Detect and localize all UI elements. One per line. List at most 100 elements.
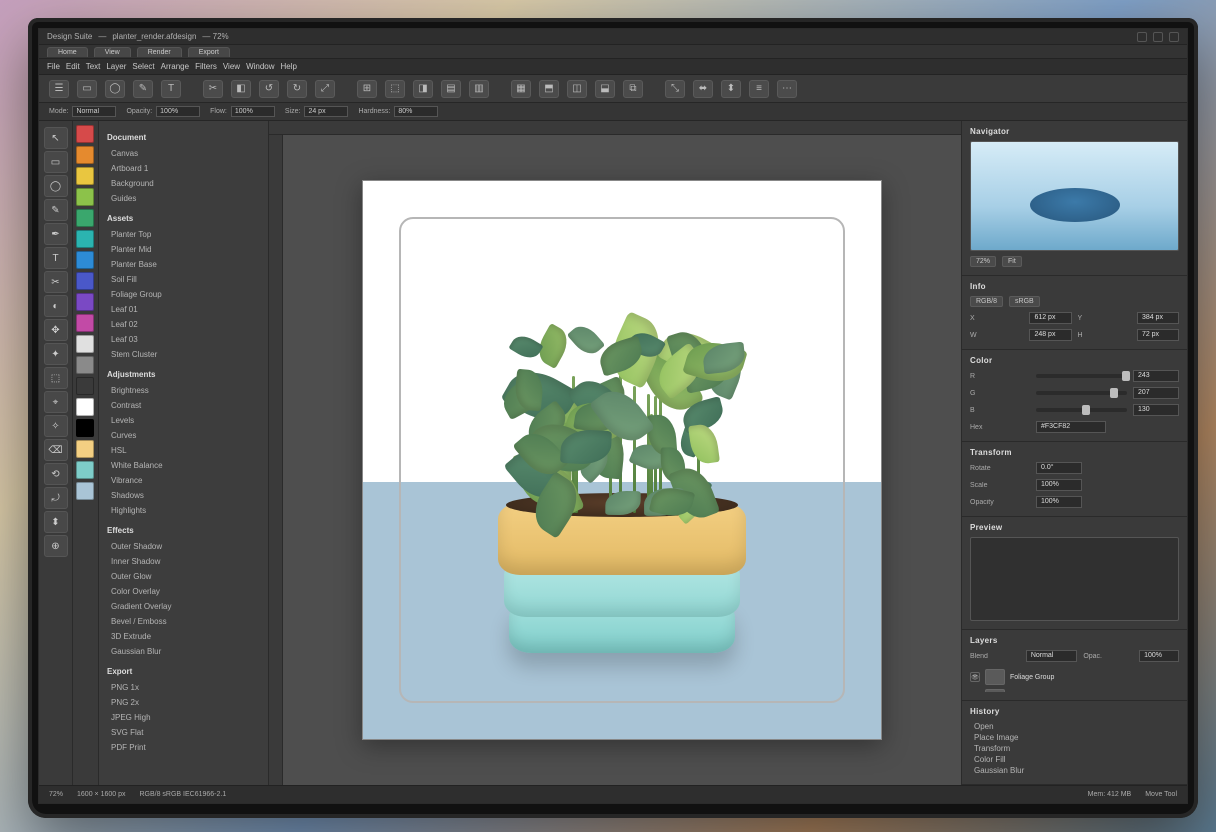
history-item[interactable]: Gaussian Blur: [970, 765, 1179, 776]
toolbar-button-2[interactable]: ◯: [105, 80, 125, 98]
swatch-8[interactable]: [76, 293, 94, 311]
toolbar-button-20[interactable]: ⤡: [665, 80, 685, 98]
menu-file[interactable]: File: [47, 62, 60, 71]
ruler-vertical[interactable]: [269, 135, 283, 785]
left-section-assets[interactable]: Assets: [107, 214, 262, 223]
swatch-7[interactable]: [76, 272, 94, 290]
toolbar-button-1[interactable]: ▭: [77, 80, 97, 98]
swatch-2[interactable]: [76, 167, 94, 185]
swatch-10[interactable]: [76, 335, 94, 353]
toolbar-button-0[interactable]: ☰: [49, 80, 69, 98]
toolbar-button-21[interactable]: ⬌: [693, 80, 713, 98]
menu-edit[interactable]: Edit: [66, 62, 80, 71]
toolbar-button-8[interactable]: ↻: [287, 80, 307, 98]
opt-flow[interactable]: Flow:: [210, 106, 275, 117]
tool-2[interactable]: ◯: [44, 175, 68, 197]
toolbar-button-6[interactable]: ◧: [231, 80, 251, 98]
toolbar-button-15[interactable]: ▦: [511, 80, 531, 98]
left-item[interactable]: JPEG High: [107, 712, 262, 723]
toolbar-button-13[interactable]: ▤: [441, 80, 461, 98]
history-item[interactable]: Color Fill: [970, 754, 1179, 765]
tool-4[interactable]: ✒: [44, 223, 68, 245]
left-item[interactable]: White Balance: [107, 460, 262, 471]
left-item[interactable]: Background: [107, 178, 262, 189]
navigator-thumbnail[interactable]: [970, 141, 1179, 251]
toolbar-button-22[interactable]: ⬍: [721, 80, 741, 98]
left-section-export[interactable]: Export: [107, 667, 262, 676]
menu-select[interactable]: Select: [132, 62, 154, 71]
toolbar-button-3[interactable]: ✎: [133, 80, 153, 98]
left-item[interactable]: PDF Print: [107, 742, 262, 753]
left-item[interactable]: HSL: [107, 445, 262, 456]
left-item[interactable]: Stem Cluster: [107, 349, 262, 360]
left-item[interactable]: Levels: [107, 415, 262, 426]
toolbar-button-5[interactable]: ✂: [203, 80, 223, 98]
swatch-5[interactable]: [76, 230, 94, 248]
toolbar-button-11[interactable]: ⬚: [385, 80, 405, 98]
tool-1[interactable]: ▭: [44, 151, 68, 173]
navigator-zoom[interactable]: 72%: [970, 256, 996, 267]
toolbar-button-9[interactable]: ⤢: [315, 80, 335, 98]
tool-8[interactable]: ✥: [44, 319, 68, 341]
left-item[interactable]: Contrast: [107, 400, 262, 411]
swatch-3[interactable]: [76, 188, 94, 206]
toolbar-button-19[interactable]: ⧉: [623, 80, 643, 98]
slider-r[interactable]: [1036, 374, 1127, 378]
layer-row[interactable]: 👁Foliage Group: [970, 667, 1179, 687]
menu-view[interactable]: View: [223, 62, 240, 71]
history-item[interactable]: Open: [970, 721, 1179, 732]
left-item[interactable]: Outer Glow: [107, 571, 262, 582]
left-item[interactable]: Shadows: [107, 490, 262, 501]
swatch-16[interactable]: [76, 461, 94, 479]
toolbar-button-14[interactable]: ▥: [469, 80, 489, 98]
swatch-9[interactable]: [76, 314, 94, 332]
menu-filters[interactable]: Filters: [195, 62, 217, 71]
ribbon-tab-render[interactable]: Render: [137, 47, 182, 57]
left-item[interactable]: Canvas: [107, 148, 262, 159]
left-item[interactable]: Planter Base: [107, 259, 262, 270]
tool-10[interactable]: ⬚: [44, 367, 68, 389]
artboard[interactable]: [362, 180, 882, 740]
menu-layer[interactable]: Layer: [106, 62, 126, 71]
tool-7[interactable]: ◐: [44, 295, 68, 317]
canvas-viewport[interactable]: [283, 135, 961, 785]
swatch-13[interactable]: [76, 398, 94, 416]
swatch-12[interactable]: [76, 377, 94, 395]
left-item[interactable]: Gradient Overlay: [107, 601, 262, 612]
tool-11[interactable]: ⌖: [44, 391, 68, 413]
opt-opacity-input[interactable]: [156, 106, 200, 117]
menu-text[interactable]: Text: [86, 62, 101, 71]
layers-opacity[interactable]: 100%: [1139, 650, 1179, 662]
layer-row[interactable]: 👁Planter Top: [970, 687, 1179, 692]
left-item[interactable]: Leaf 02: [107, 319, 262, 330]
left-item[interactable]: Guides: [107, 193, 262, 204]
tool-3[interactable]: ✎: [44, 199, 68, 221]
opt-mode-input[interactable]: [72, 106, 116, 117]
left-item[interactable]: Curves: [107, 430, 262, 441]
slider-b[interactable]: [1036, 408, 1127, 412]
left-item[interactable]: Vibrance: [107, 475, 262, 486]
menu-window[interactable]: Window: [246, 62, 274, 71]
left-item[interactable]: 3D Extrude: [107, 631, 262, 642]
tool-14[interactable]: ⟲: [44, 463, 68, 485]
ribbon-tab-home[interactable]: Home: [47, 47, 88, 57]
opt-size[interactable]: Size:: [285, 106, 349, 117]
left-item[interactable]: Foliage Group: [107, 289, 262, 300]
tool-9[interactable]: ✦: [44, 343, 68, 365]
left-section-effects[interactable]: Effects: [107, 526, 262, 535]
tool-6[interactable]: ✂: [44, 271, 68, 293]
navigator-fit[interactable]: Fit: [1002, 256, 1022, 267]
toolbar-button-23[interactable]: ≡: [749, 80, 769, 98]
color-hex[interactable]: #F3CF82: [1036, 421, 1106, 433]
left-section-document[interactable]: Document: [107, 133, 262, 142]
left-item[interactable]: Brightness: [107, 385, 262, 396]
layers-blend[interactable]: Normal: [1026, 650, 1078, 662]
toolbar-button-10[interactable]: ⊞: [357, 80, 377, 98]
swatch-11[interactable]: [76, 356, 94, 374]
slider-g[interactable]: [1036, 391, 1127, 395]
toolbar-button-4[interactable]: T: [161, 80, 181, 98]
left-item[interactable]: Planter Top: [107, 229, 262, 240]
tool-5[interactable]: T: [44, 247, 68, 269]
left-item[interactable]: Outer Shadow: [107, 541, 262, 552]
swatch-14[interactable]: [76, 419, 94, 437]
